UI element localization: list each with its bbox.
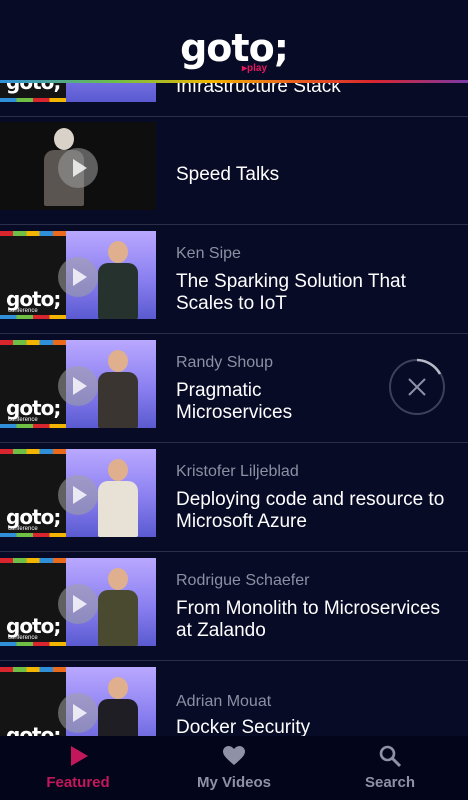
play-icon	[58, 584, 98, 624]
video-speaker: Rodrigue Schaefer	[176, 572, 310, 589]
app-logo-sub: ▸play	[242, 63, 268, 74]
play-icon	[58, 148, 98, 188]
play-icon	[58, 366, 98, 406]
play-icon	[71, 746, 88, 766]
video-speaker: Kristofer Liljeblad	[176, 463, 299, 480]
video-row[interactable]: goto; conference Kristofer Liljeblad Dep…	[0, 443, 468, 552]
video-thumbnail[interactable]: goto; conference	[0, 340, 156, 428]
cancel-download-icon[interactable]	[388, 358, 446, 416]
heart-icon	[223, 746, 245, 765]
video-title: From Monolith to Microservices at Zaland…	[176, 598, 440, 641]
app-logo: goto;	[180, 26, 289, 70]
nav-my-videos-label: My Videos	[197, 774, 271, 791]
video-title: Deploying code and resource to Microsoft…	[176, 489, 445, 532]
video-thumbnail[interactable]: goto; conference	[0, 558, 156, 646]
video-title: Docker Security	[176, 717, 311, 736]
play-icon	[58, 475, 98, 515]
video-row[interactable]: goto; conference Ken Sipe The Sparking S…	[0, 225, 468, 334]
play-icon	[58, 693, 98, 733]
video-row[interactable]: goto; conference Rodrigue Schaefer From …	[0, 552, 468, 661]
video-row[interactable]: Speed Talks	[0, 116, 468, 225]
video-speaker: Randy Shoup	[176, 354, 273, 371]
nav-search-label: Search	[364, 774, 416, 791]
bottom-navigation: Featured My Videos Search	[0, 736, 468, 800]
video-title: Speed Talks	[176, 164, 280, 185]
video-speaker: Ken Sipe	[176, 245, 241, 262]
nav-featured-label: Featured	[46, 774, 110, 791]
nav-featured[interactable]: Featured	[0, 736, 156, 800]
video-speaker: Adrian Mouat	[176, 693, 272, 710]
video-thumbnail[interactable]: goto; conference	[0, 231, 156, 319]
video-title: Pragmatic Microservices	[176, 380, 293, 423]
video-title: The Sparking Solution That Scales to IoT	[176, 271, 406, 314]
video-row[interactable]: goto; Adrian Mouat Docker Security	[0, 661, 468, 736]
video-thumbnail[interactable]: goto; conference	[0, 449, 156, 537]
header-color-stripe	[0, 80, 468, 83]
search-icon	[379, 745, 402, 768]
play-icon	[58, 257, 98, 297]
nav-my-videos[interactable]: My Videos	[156, 736, 312, 800]
app-header: goto; ▸play	[0, 0, 468, 80]
nav-search[interactable]: Search	[312, 736, 468, 800]
video-thumbnail[interactable]: goto;	[0, 667, 156, 736]
video-thumbnail[interactable]	[0, 122, 156, 210]
